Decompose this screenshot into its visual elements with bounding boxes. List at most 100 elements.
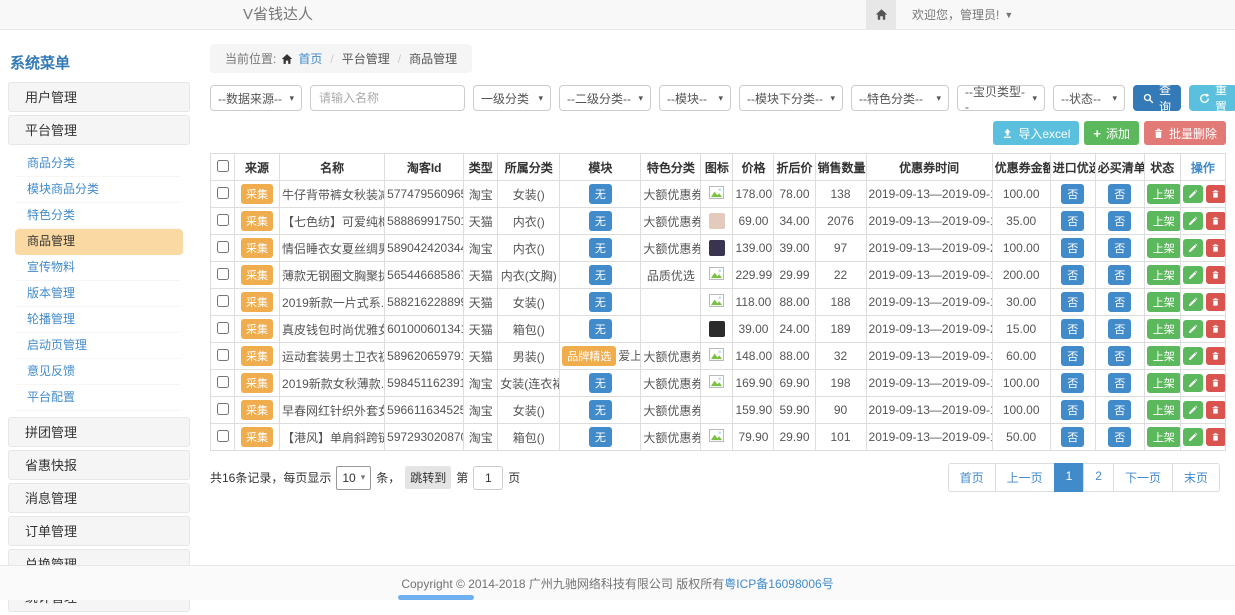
delete-button[interactable]	[1206, 293, 1226, 311]
sidebar-section-group-buy[interactable]: 拼团管理	[8, 417, 190, 447]
page-button-3[interactable]: 2	[1083, 463, 1114, 492]
sidebar-item-goods-category[interactable]: 商品分类	[15, 151, 183, 177]
imported-toggle-button[interactable]: 否	[1061, 238, 1084, 258]
delete-button[interactable]	[1206, 428, 1226, 446]
status-button[interactable]: 上架	[1147, 238, 1181, 258]
filter-select-2[interactable]: 一级分类▾	[473, 85, 551, 111]
delete-button[interactable]	[1206, 401, 1226, 419]
sidebar-item-carousel[interactable]: 轮播管理	[15, 307, 183, 333]
filter-select-5[interactable]: --模块下分类--▾	[739, 85, 843, 111]
must-buy-toggle-button[interactable]: 否	[1108, 265, 1131, 285]
imported-toggle-button[interactable]: 否	[1061, 400, 1084, 420]
must-buy-toggle-button[interactable]: 否	[1108, 400, 1131, 420]
search-button[interactable]: 查询	[1133, 85, 1181, 111]
page-button-5[interactable]: 末页	[1172, 463, 1220, 492]
sidebar-section-users[interactable]: 用户管理	[8, 82, 190, 112]
home-button[interactable]	[866, 0, 896, 29]
jump-button[interactable]: 跳转到	[405, 466, 451, 489]
filter-select-7[interactable]: --宝贝类型--▾	[957, 85, 1045, 111]
status-button[interactable]: 上架	[1147, 373, 1181, 393]
sidebar-section-messages[interactable]: 消息管理	[8, 483, 190, 513]
edit-button[interactable]	[1183, 185, 1203, 203]
filter-select-3[interactable]: --二级分类--▾	[559, 85, 651, 111]
filter-select-0[interactable]: --数据来源--▾	[210, 85, 302, 111]
add-button[interactable]: + 添加	[1084, 121, 1139, 145]
edit-button[interactable]	[1183, 239, 1203, 257]
row-checkbox[interactable]	[217, 241, 229, 253]
sidebar-section-platform[interactable]: 平台管理	[8, 115, 190, 145]
filter-select-6[interactable]: --特色分类--▾	[851, 85, 949, 111]
imported-toggle-button[interactable]: 否	[1061, 184, 1084, 204]
sidebar-item-feedback[interactable]: 意见反馈	[15, 359, 183, 385]
must-buy-toggle-button[interactable]: 否	[1108, 319, 1131, 339]
reset-button[interactable]: 重置	[1189, 85, 1235, 111]
edit-button[interactable]	[1183, 266, 1203, 284]
row-checkbox[interactable]	[217, 187, 229, 199]
must-buy-toggle-button[interactable]: 否	[1108, 427, 1131, 447]
page-button-4[interactable]: 下一页	[1113, 463, 1173, 492]
must-buy-toggle-button[interactable]: 否	[1108, 238, 1131, 258]
page-button-2[interactable]: 1	[1054, 463, 1085, 492]
select-all-checkbox[interactable]	[217, 160, 229, 172]
row-checkbox[interactable]	[217, 214, 229, 226]
edit-button[interactable]	[1183, 212, 1203, 230]
status-button[interactable]: 上架	[1147, 346, 1181, 366]
row-checkbox[interactable]	[217, 376, 229, 388]
page-button-0[interactable]: 首页	[948, 463, 996, 492]
filter-select-4[interactable]: --模块--▾	[659, 85, 731, 111]
delete-button[interactable]	[1206, 239, 1226, 257]
must-buy-toggle-button[interactable]: 否	[1108, 373, 1131, 393]
sidebar-item-module-goods-category[interactable]: 模块商品分类	[15, 177, 183, 203]
row-checkbox[interactable]	[217, 295, 229, 307]
edit-button[interactable]	[1183, 320, 1203, 338]
edit-button[interactable]	[1183, 293, 1203, 311]
breadcrumb-home-link[interactable]: 首页	[298, 50, 322, 67]
jump-page-input[interactable]	[473, 466, 503, 490]
sidebar-item-platform-config[interactable]: 平台配置	[15, 385, 183, 411]
row-checkbox[interactable]	[217, 322, 229, 334]
name-search-input[interactable]	[310, 85, 465, 111]
row-checkbox[interactable]	[217, 268, 229, 280]
imported-toggle-button[interactable]: 否	[1061, 373, 1084, 393]
imported-toggle-button[interactable]: 否	[1061, 346, 1084, 366]
page-button-1[interactable]: 上一页	[995, 463, 1055, 492]
delete-button[interactable]	[1206, 320, 1226, 338]
must-buy-toggle-button[interactable]: 否	[1108, 184, 1131, 204]
sidebar-item-goods-management[interactable]: 商品管理	[15, 229, 183, 255]
delete-button[interactable]	[1206, 347, 1226, 365]
delete-button[interactable]	[1206, 212, 1226, 230]
horizontal-scrollbar-thumb[interactable]	[398, 595, 474, 600]
row-checkbox[interactable]	[217, 430, 229, 442]
imported-toggle-button[interactable]: 否	[1061, 211, 1084, 231]
page-size-select[interactable]: 10 ▾	[336, 466, 371, 490]
filter-select-8[interactable]: --状态--▾	[1053, 85, 1125, 111]
sidebar-item-splash-page[interactable]: 启动页管理	[15, 333, 183, 359]
edit-button[interactable]	[1183, 347, 1203, 365]
imported-toggle-button[interactable]: 否	[1061, 427, 1084, 447]
user-menu[interactable]: 欢迎您，管理员! ▼	[912, 6, 1013, 23]
import-excel-button[interactable]: 导入excel	[993, 121, 1079, 145]
sidebar-item-version[interactable]: 版本管理	[15, 281, 183, 307]
sidebar-item-feature-category[interactable]: 特色分类	[15, 203, 183, 229]
sidebar-section-express-news[interactable]: 省惠快报	[8, 450, 190, 480]
edit-button[interactable]	[1183, 401, 1203, 419]
must-buy-toggle-button[interactable]: 否	[1108, 292, 1131, 312]
status-button[interactable]: 上架	[1147, 184, 1181, 204]
status-button[interactable]: 上架	[1147, 292, 1181, 312]
status-button[interactable]: 上架	[1147, 319, 1181, 339]
status-button[interactable]: 上架	[1147, 400, 1181, 420]
must-buy-toggle-button[interactable]: 否	[1108, 346, 1131, 366]
sidebar-item-promo-materials[interactable]: 宣传物料	[15, 255, 183, 281]
sidebar-section-orders[interactable]: 订单管理	[8, 516, 190, 546]
delete-button[interactable]	[1206, 374, 1226, 392]
delete-button[interactable]	[1206, 185, 1226, 203]
icp-link[interactable]: 粤ICP备16098006号	[724, 575, 833, 592]
imported-toggle-button[interactable]: 否	[1061, 292, 1084, 312]
batch-delete-button[interactable]: 批量删除	[1144, 121, 1226, 145]
status-button[interactable]: 上架	[1147, 427, 1181, 447]
row-checkbox[interactable]	[217, 349, 229, 361]
status-button[interactable]: 上架	[1147, 265, 1181, 285]
must-buy-toggle-button[interactable]: 否	[1108, 211, 1131, 231]
edit-button[interactable]	[1183, 428, 1203, 446]
status-button[interactable]: 上架	[1147, 211, 1181, 231]
